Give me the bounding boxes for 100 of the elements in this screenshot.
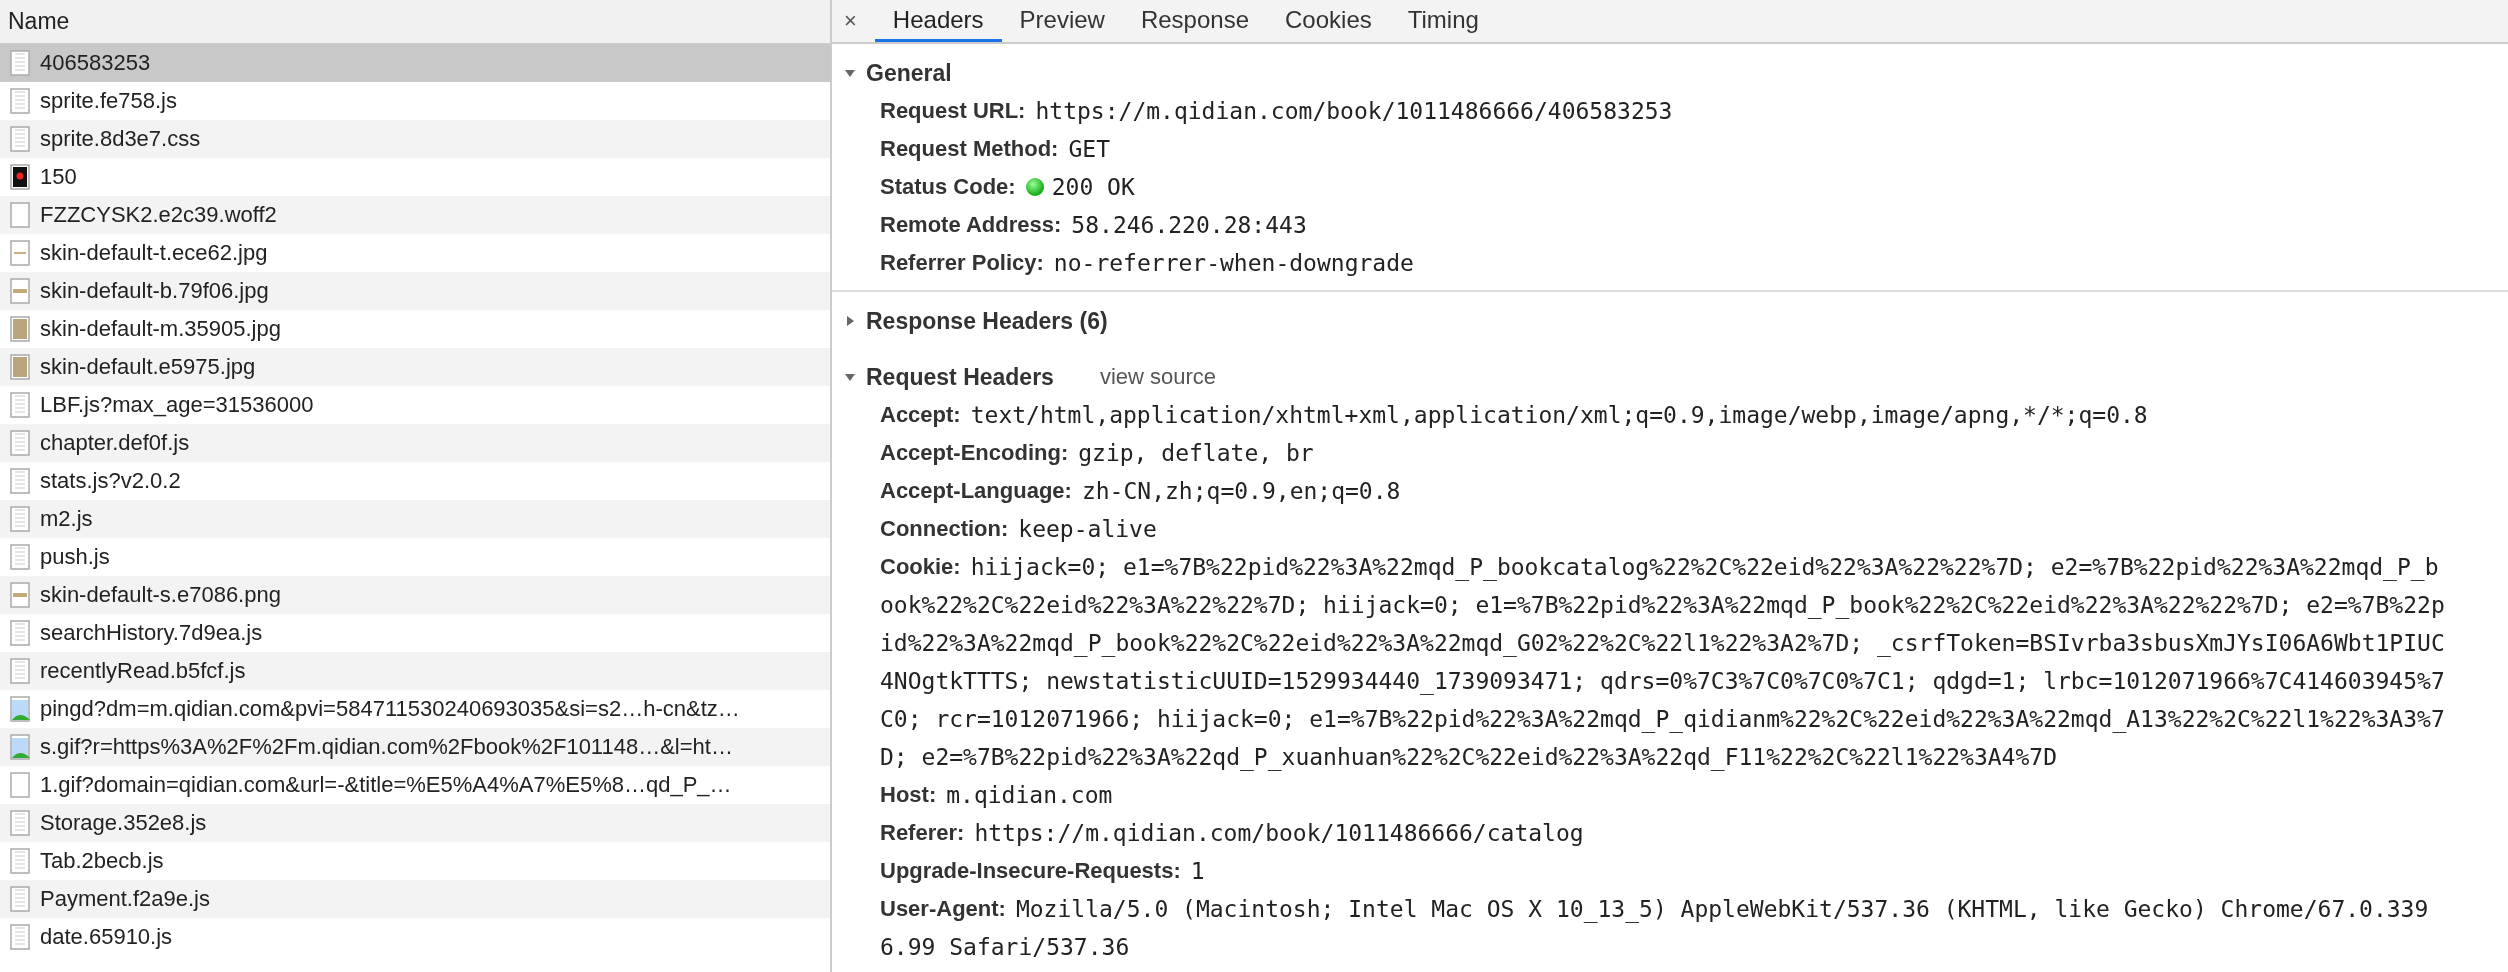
view-source-link[interactable]: view source <box>1099 364 1217 390</box>
header-value: zh-CN,zh;q=0.9,en;q=0.8 <box>1081 477 1401 506</box>
request-name: m2.js <box>40 506 93 532</box>
request-name: pingd?dm=m.qidian.com&pvi=584711530240693035&si=s2…h-cn&tz… <box>40 696 740 722</box>
close-icon[interactable]: × <box>844 8 857 34</box>
request-name: 1.gif?domain=qidian.com&url=-&title=%E5%A4%A7%E5%8…qd_P_… <box>40 772 732 798</box>
header-value: id%22%3A%22mqd_P_book%22%2C%22eid%22%3A%22mqd_G02%22%2C%22l1%22%3A2%7D; _csrfToken=BSIvrba3sbusXmJYsI06A6Wbt1PIUC <box>880 629 2445 659</box>
request-row[interactable]: 406583253 <box>0 44 830 82</box>
header-value: m.qidian.com <box>946 781 1113 810</box>
file-icon <box>10 316 30 342</box>
request-row[interactable]: skin-default-s.e7086.png <box>0 576 830 614</box>
header-name: Referer: <box>880 819 965 847</box>
triangle-icon[interactable] <box>844 67 856 79</box>
request-name: skin-default.e5975.jpg <box>40 354 256 380</box>
header-value: https://m.qidian.com/book/1011486666/406583253 <box>1035 97 1673 126</box>
request-row[interactable]: FZZCYSK2.e2c39.woff2 <box>0 196 830 234</box>
section-title[interactable]: Request Headers <box>866 363 1054 391</box>
file-icon <box>10 582 30 608</box>
request-name: s.gif?r=https%3A%2F%2Fm.qidian.com%2Fbook%2F101148…&l=ht… <box>40 734 733 760</box>
header-value: 200 OK <box>1051 173 1135 202</box>
request-row[interactable]: s.gif?r=https%3A%2F%2Fm.qidian.com%2Fbook%2F101148…&l=ht… <box>0 728 830 766</box>
header-name: Remote Address: <box>880 211 1062 239</box>
file-icon <box>10 886 30 912</box>
request-row[interactable]: sprite.8d3e7.css <box>0 120 830 158</box>
request-name: LBF.js?max_age=31536000 <box>40 392 314 418</box>
header-value: 4NOgtkTTTS; newstatisticUUID=1529934440_1739093471; qdrs=0%7C3%7C0%7C0%7C1; qdgd=1; lrbc=1012071966%7C414603945%7 <box>880 667 2445 697</box>
file-icon <box>10 164 30 190</box>
header-name: Accept: <box>880 401 961 429</box>
request-row[interactable]: recentlyRead.b5fcf.js <box>0 652 830 690</box>
header-name: Host: <box>880 781 937 809</box>
header-value: 1 <box>1190 857 1205 886</box>
header-value: GET <box>1068 135 1110 164</box>
header-value: https://m.qidian.com/book/1011486666/catalog <box>974 819 1584 848</box>
column-header[interactable]: Name <box>0 0 830 44</box>
section-title[interactable]: Response Headers (6) <box>866 307 1108 335</box>
header-value: Mozilla/5.0 (Macintosh; Intel Mac OS X 10_13_5) AppleWebKit/537.36 (KHTML, like Gecko) Chrome/67.0.339 <box>1015 895 2429 925</box>
header-name: Connection: <box>880 515 1009 543</box>
tab[interactable]: Preview <box>1001 0 1123 42</box>
header-value: text/html,application/xhtml+xml,application/xml;q=0.9,image/webp,image/apng,*/*;q=0.8 <box>970 401 2148 430</box>
request-row[interactable]: chapter.def0f.js <box>0 424 830 462</box>
file-icon <box>10 506 30 532</box>
header-name: Request Method: <box>880 135 1059 163</box>
file-icon <box>10 772 30 798</box>
status-dot-icon <box>1025 178 1044 196</box>
tab[interactable]: Timing <box>1389 0 1497 42</box>
section-title[interactable]: General <box>866 59 952 87</box>
request-row[interactable]: skin-default-b.79f06.jpg <box>0 272 830 310</box>
file-icon <box>10 544 30 570</box>
request-name: sprite.fe758.js <box>40 88 177 114</box>
file-icon <box>10 620 30 646</box>
request-name: chapter.def0f.js <box>40 430 190 456</box>
file-icon <box>10 240 30 266</box>
header-value: C0; rcr=1012071966; hiijack=0; e1=%7B%22pid%22%3A%22mqd_P_qidianm%22%2C%22eid%22%3A%22mqd_A13%22%2C%22l1%22%3A3%7 <box>880 705 2445 735</box>
request-name: skin-default-t.ece62.jpg <box>40 240 268 266</box>
header-value: ook%22%2C%22eid%22%3A%22%22%7D; hiijack=0; e1=%7B%22pid%22%3A%22mqd_P_book%22%2C%22eid%22%3A%22%22%7D; e2=%7B%22p <box>880 591 2445 621</box>
header-name: Accept-Encoding: <box>880 439 1069 467</box>
request-name: searchHistory.7d9ea.js <box>40 620 263 646</box>
request-name: date.65910.js <box>40 924 173 950</box>
header-name: Referrer Policy: <box>880 249 1044 277</box>
header-value: gzip, deflate, br <box>1078 439 1314 468</box>
header-name: Request URL: <box>880 97 1026 125</box>
file-icon <box>10 126 30 152</box>
file-icon <box>10 924 30 950</box>
request-name: skin-default-b.79f06.jpg <box>40 278 269 304</box>
request-name: recentlyRead.b5fcf.js <box>40 658 246 684</box>
file-icon <box>10 430 30 456</box>
request-name: Tab.2becb.js <box>40 848 164 874</box>
file-icon <box>10 354 30 380</box>
request-name: push.js <box>40 544 110 570</box>
header-name: Upgrade-Insecure-Requests: <box>880 857 1181 885</box>
request-name: FZZCYSK2.e2c39.woff2 <box>40 202 277 228</box>
header-value: D; e2=%7B%22pid%22%3A%22qd_P_xuanhuan%22%2C%22eid%22%3A%22qd_F11%22%2C%22l1%22%3A4%7D <box>880 743 2057 773</box>
triangle-icon[interactable] <box>844 315 856 327</box>
request-row[interactable]: Payment.f2a9e.js <box>0 880 830 918</box>
request-name: stats.js?v2.0.2 <box>40 468 181 494</box>
request-name: skin-default-m.35905.jpg <box>40 316 281 342</box>
file-icon <box>10 810 30 836</box>
file-icon <box>10 50 30 76</box>
file-icon <box>10 392 30 418</box>
file-icon <box>10 696 30 722</box>
tab[interactable]: Headers <box>874 0 1002 42</box>
request-row[interactable]: m2.js <box>0 500 830 538</box>
tab[interactable]: Response <box>1122 0 1267 42</box>
file-icon <box>10 468 30 494</box>
header-value: 6.99 Safari/537.36 <box>880 933 1130 962</box>
request-row[interactable]: skin-default.e5975.jpg <box>0 348 830 386</box>
header-value: hiijack=0; e1=%7B%22pid%22%3A%22mqd_P_bookcatalog%22%2C%22eid%22%3A%22%22%7D; e2=%7B%22pid%22%3A%22mqd_P_b <box>970 553 2439 583</box>
request-name: skin-default-s.e7086.png <box>40 582 281 608</box>
tab[interactable]: Cookies <box>1267 0 1390 42</box>
file-icon <box>10 202 30 228</box>
header-name: Cookie: <box>880 553 961 581</box>
header-value: keep-alive <box>1018 515 1157 544</box>
file-icon <box>10 88 30 114</box>
header-value: 58.246.220.28:443 <box>1071 211 1307 240</box>
request-row[interactable]: Storage.352e8.js <box>0 804 830 842</box>
file-icon <box>10 278 30 304</box>
request-name: sprite.8d3e7.css <box>40 126 201 152</box>
file-icon <box>10 734 30 760</box>
header-name: Accept-Language: <box>880 477 1072 505</box>
triangle-icon[interactable] <box>844 371 856 383</box>
